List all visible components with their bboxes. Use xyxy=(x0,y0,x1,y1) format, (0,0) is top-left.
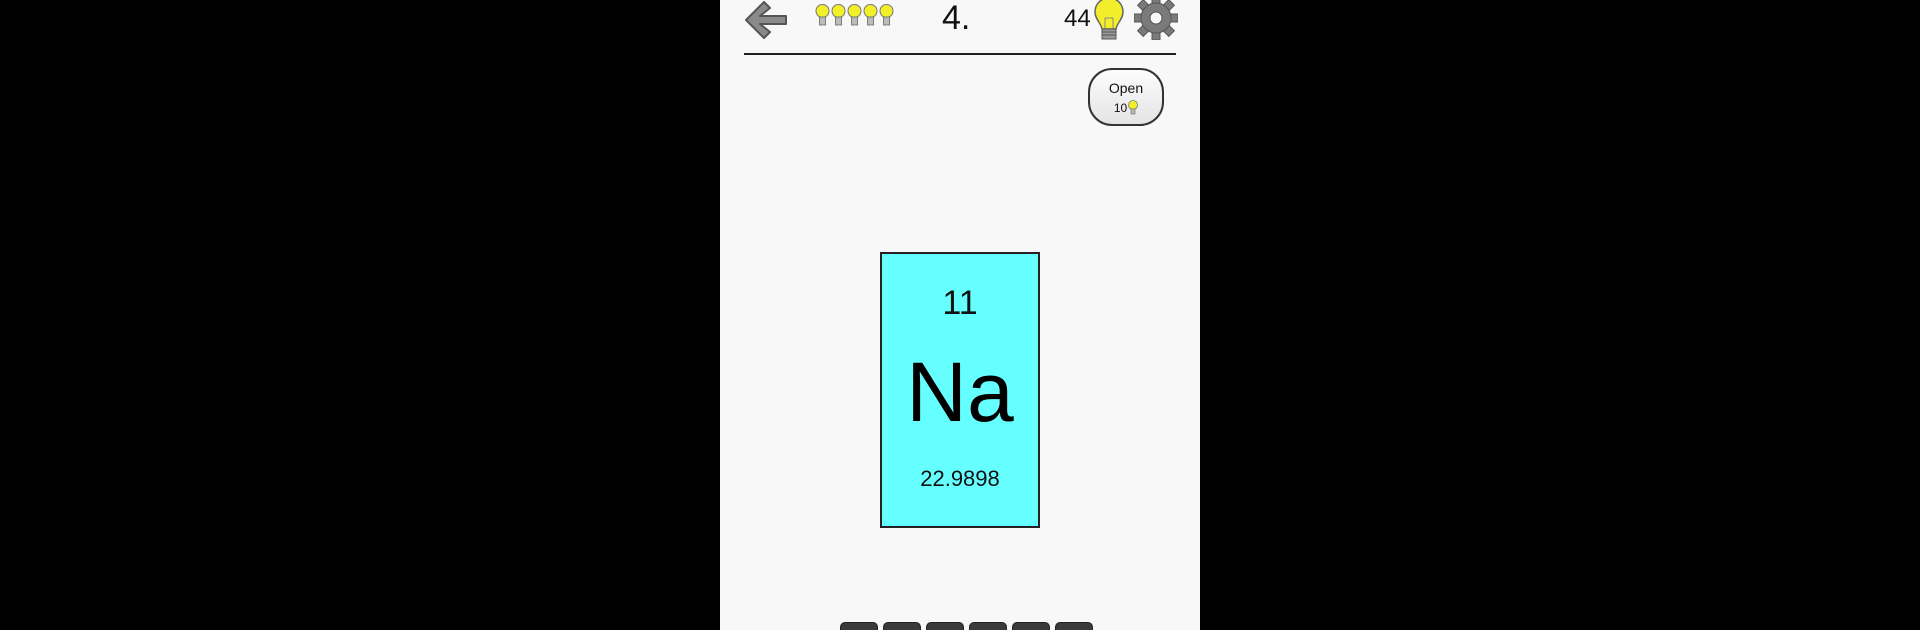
lives-indicator xyxy=(815,2,894,30)
life-bulb-icon xyxy=(863,4,878,26)
top-bar: 4. 44 xyxy=(720,0,1200,56)
hint-count: 44 xyxy=(1064,5,1091,32)
element-symbol: Na xyxy=(906,345,1014,439)
answer-slot[interactable] xyxy=(840,622,878,630)
answer-slot[interactable] xyxy=(926,622,964,630)
bulb-icon xyxy=(1128,100,1139,115)
answer-slot[interactable] xyxy=(1055,622,1093,630)
life-bulb-icon xyxy=(831,4,846,26)
atomic-number: 11 xyxy=(942,284,978,322)
atomic-mass: 22.9898 xyxy=(920,466,1000,491)
gear-icon[interactable] xyxy=(1134,0,1178,40)
life-bulb-icon xyxy=(879,4,894,26)
open-hint-button[interactable]: Open 10 xyxy=(1088,68,1164,126)
game-screen: 4. 44 Open 10 11 Na 22.9898 xyxy=(720,0,1200,630)
answer-slot[interactable] xyxy=(883,622,921,630)
answer-slot[interactable] xyxy=(969,622,1007,630)
life-bulb-icon xyxy=(815,4,830,26)
open-cost: 10 xyxy=(1090,100,1162,116)
answer-slots xyxy=(840,622,1093,630)
life-bulb-icon xyxy=(847,4,862,26)
answer-slot[interactable] xyxy=(1012,622,1050,630)
header-divider xyxy=(744,53,1176,55)
back-arrow-icon[interactable] xyxy=(742,0,790,44)
level-number: 4. xyxy=(942,0,971,37)
element-card: 11 Na 22.9898 xyxy=(880,252,1040,528)
bulb-icon xyxy=(1094,0,1124,40)
open-cost-value: 10 xyxy=(1113,101,1128,115)
open-label: Open xyxy=(1108,80,1144,96)
